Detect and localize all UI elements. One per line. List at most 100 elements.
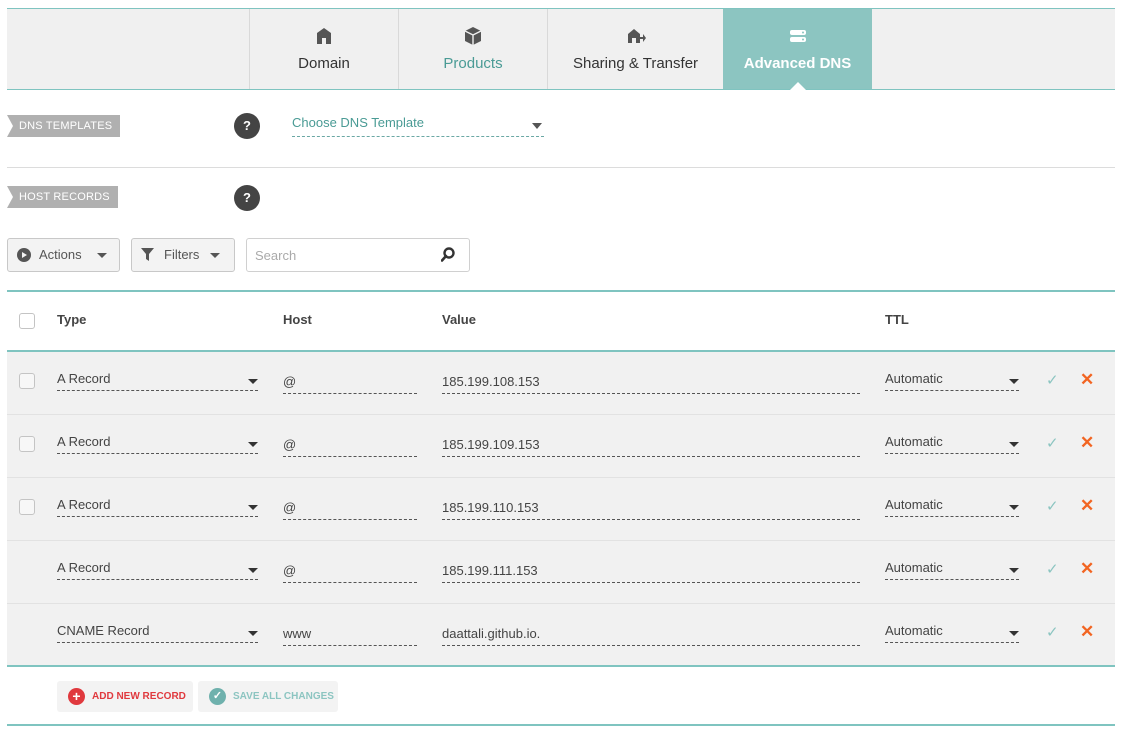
host-value: @ [283,374,297,389]
value-input[interactable]: 185.199.111.153 [442,563,860,583]
chevron-down-icon [248,568,258,573]
table-row: A Record @185.199.108.153 Automatic ✓ ✕ [7,352,1115,415]
record-type-select[interactable]: A Record [57,371,258,391]
save-all-changes-label: SAVE ALL CHANGES [233,691,334,702]
tab-advanced-dns[interactable]: Advanced DNS [723,9,872,90]
save-all-changes-button[interactable]: ✓ SAVE ALL CHANGES [198,681,338,712]
host-input[interactable]: @ [283,374,417,394]
save-row-check-icon[interactable]: ✓ [1046,434,1059,452]
ttl-select[interactable]: Automatic [885,623,1019,643]
record-type-value: A Record [57,497,111,512]
host-input[interactable]: www [283,626,417,646]
tab-domain-label: Domain [298,55,350,72]
table-row: A Record @185.199.111.153 Automatic ✓ ✕ [7,541,1115,604]
host-records-help-icon[interactable]: ? [234,185,260,211]
bottom-rule [7,724,1115,726]
chevron-down-icon [1009,631,1019,636]
host-value: @ [283,563,297,578]
add-new-record-label: ADD NEW RECORD [92,691,186,702]
row-checkbox[interactable] [19,373,35,389]
value-input[interactable]: 185.199.108.153 [442,374,860,394]
host-input[interactable]: @ [283,563,417,583]
tab-domain[interactable]: Domain [249,9,398,89]
ttl-select[interactable]: Automatic [885,560,1019,580]
delete-row-icon[interactable]: ✕ [1080,622,1094,642]
row-checkbox[interactable] [19,499,35,515]
save-row-check-icon[interactable]: ✓ [1046,560,1059,578]
record-type-select[interactable]: CNAME Record [57,623,258,643]
delete-row-icon[interactable]: ✕ [1080,433,1094,453]
tab-sharing-transfer[interactable]: Sharing & Transfer [547,9,723,89]
filters-button[interactable]: Filters [131,238,235,272]
filter-icon [141,248,154,261]
ttl-select[interactable]: Automatic [885,371,1019,391]
header-value: Value [442,312,476,327]
chevron-down-icon [1009,379,1019,384]
host-value: @ [283,437,297,452]
host-input[interactable]: @ [283,500,417,520]
check-circle-icon: ✓ [209,688,226,705]
tab-products-label: Products [443,55,503,72]
chevron-down-icon [248,379,258,384]
ttl-value: Automatic [885,497,943,512]
host-input[interactable]: @ [283,437,417,457]
plus-circle-icon: + [68,688,85,705]
tab-sharing-transfer-label: Sharing & Transfer [572,55,699,72]
section-divider [7,167,1115,168]
chevron-down-icon [248,505,258,510]
table-bottom-rule [7,665,1115,667]
table-header: Type Host Value TTL [7,292,1115,351]
actions-button[interactable]: Actions [7,238,120,272]
dns-template-select-value: Choose DNS Template [292,115,424,130]
search-icon[interactable] [441,247,455,262]
table-row: A Record @185.199.109.153 Automatic ✓ ✕ [7,415,1115,478]
value-input[interactable]: 185.199.109.153 [442,437,860,457]
dns-templates-help-icon[interactable]: ? [234,113,260,139]
row-checkbox[interactable] [19,436,35,452]
chevron-down-icon [210,253,220,258]
record-type-select[interactable]: A Record [57,560,258,580]
search-input[interactable] [247,239,427,271]
tab-products[interactable]: Products [398,9,547,89]
header-host: Host [283,312,312,327]
table-row: CNAME Record www daattali.github.io. Automa… [7,604,1115,667]
ttl-select[interactable]: Automatic [885,434,1019,454]
box-icon [464,27,482,45]
record-type-value: CNAME Record [57,623,150,638]
table-row: A Record @185.199.110.153 Automatic ✓ ✕ [7,478,1115,541]
record-type-select[interactable]: A Record [57,497,258,517]
chevron-down-icon [1009,505,1019,510]
dns-template-select[interactable]: Choose DNS Template [292,115,544,137]
delete-row-icon[interactable]: ✕ [1080,496,1094,516]
save-row-check-icon[interactable]: ✓ [1046,497,1059,515]
value-value: daattali.github.io. [442,626,541,641]
tab-advanced-dns-label: Advanced DNS [743,55,852,72]
ttl-select[interactable]: Automatic [885,497,1019,517]
header-ttl: TTL [885,312,909,327]
save-row-check-icon[interactable]: ✓ [1046,371,1059,389]
ttl-value: Automatic [885,371,943,386]
header-type: Type [57,312,87,327]
search-box [246,238,470,272]
value-input[interactable]: daattali.github.io. [442,626,860,646]
host-value: www [283,626,312,641]
save-row-check-icon[interactable]: ✓ [1046,623,1059,641]
host-value: @ [283,500,297,515]
chevron-down-icon [1009,568,1019,573]
home-icon [317,28,331,44]
add-new-record-button[interactable]: + ADD NEW RECORD [57,681,193,712]
chevron-down-icon [1009,442,1019,447]
value-value: 185.199.110.153 [442,500,539,515]
ttl-value: Automatic [885,623,943,638]
delete-row-icon[interactable]: ✕ [1080,559,1094,579]
value-value: 185.199.108.153 [442,374,540,389]
ttl-value: Automatic [885,560,943,575]
value-input[interactable]: 185.199.110.153 [442,500,860,520]
chevron-down-icon [248,442,258,447]
delete-row-icon[interactable]: ✕ [1080,370,1094,390]
select-all-checkbox[interactable] [19,313,35,329]
host-records-tag: HOST RECORDS [7,186,118,208]
chevron-down-icon [248,631,258,636]
value-value: 185.199.109.153 [442,437,540,452]
record-type-select[interactable]: A Record [57,434,258,454]
